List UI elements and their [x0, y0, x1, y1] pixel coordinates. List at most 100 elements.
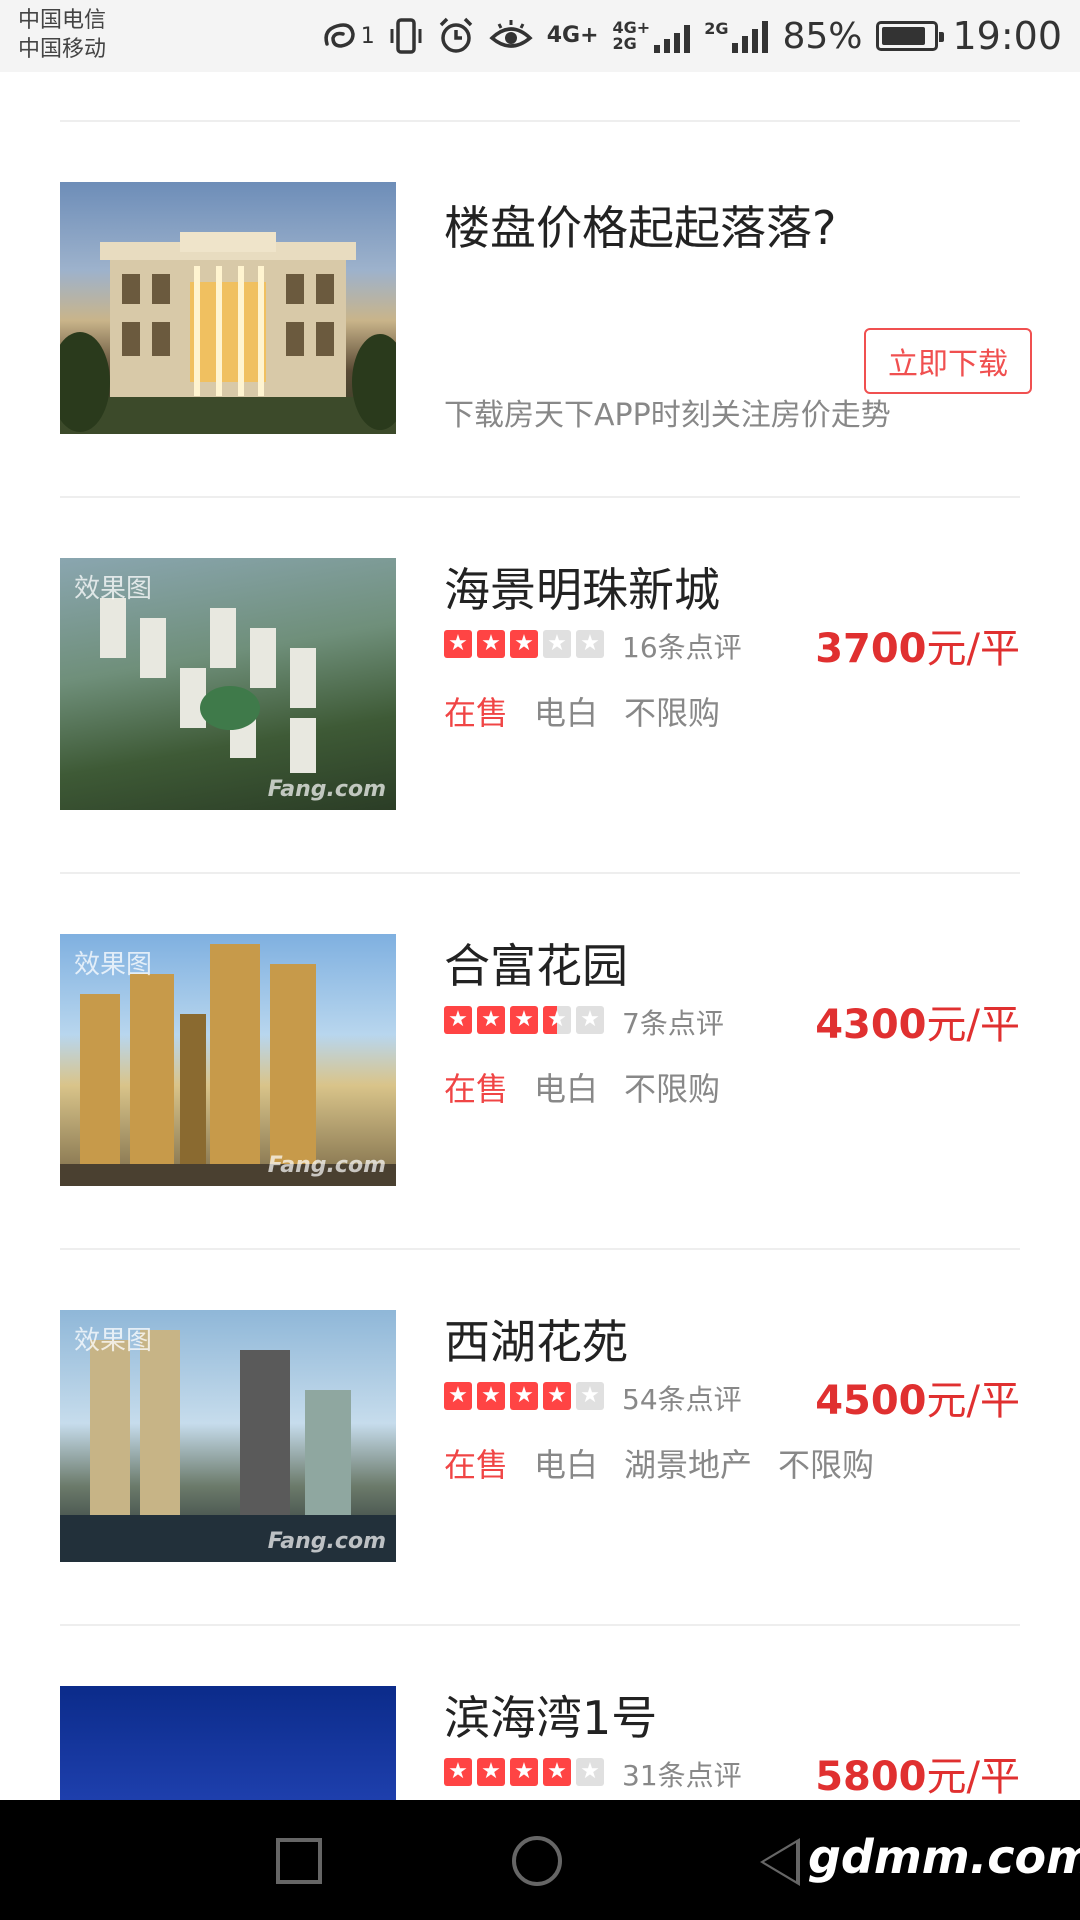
listing-card[interactable]: 滨海湾1号 ★ ★ ★ ★ ★ 31条点评 5800元/平 [0, 1626, 1080, 1800]
listing-feed[interactable]: 楼盘价格起起落落? 立即下载 下载房天下APP时刻关注房价走势 效果图 Fang.… [0, 72, 1080, 1800]
listing-tags: 在售 电白 不限购 [444, 1064, 720, 1110]
listing-image[interactable]: 效果图 Fang.com [60, 558, 396, 810]
recent-apps-button[interactable] [276, 1838, 322, 1884]
alarm-icon [437, 16, 475, 56]
carrier-2: 中国移动 [18, 37, 107, 62]
star-icon: ★ [576, 1758, 604, 1786]
star-icon: ★ [510, 630, 538, 658]
star-icon: ★ [444, 1758, 472, 1786]
star-icon: ★ [543, 1006, 571, 1034]
signal-sim2-icon: 2G [704, 16, 769, 56]
image-tag: 效果图 [74, 950, 153, 980]
listing-price: 4300元/平 [815, 992, 1020, 1050]
review-count: 54条点评 [622, 1383, 742, 1416]
listing-tag: 电白 [534, 1070, 599, 1108]
signal-bars-2 [732, 19, 769, 53]
review-count: 7条点评 [622, 1007, 724, 1040]
listing-tags: 在售 电白 不限购 [444, 688, 720, 734]
signal-bars-1 [654, 19, 691, 53]
ad-card[interactable]: 楼盘价格起起落落? 立即下载 下载房天下APP时刻关注房价走势 [0, 122, 1080, 496]
star-icon: ★ [444, 630, 472, 658]
signal-sim1-icon: 4G+ 2G [613, 16, 691, 56]
star-icon: ★ [444, 1382, 472, 1410]
listing-image[interactable] [60, 1686, 396, 1800]
star-icon: ★ [477, 1758, 505, 1786]
listing-name: 合富花园 [444, 939, 628, 993]
network-2g-small-label: 2G [612, 34, 637, 53]
hd-call-icon: 1 [319, 16, 375, 56]
rating-stars: ★ ★ ★ ★ ★ [444, 1382, 604, 1410]
listing-price: 4500元/平 [815, 1368, 1020, 1426]
carrier-info: 中国电信 中国移动 [18, 6, 106, 64]
star-icon: ★ [576, 1006, 604, 1034]
network-2g-label: 2G [704, 19, 729, 38]
vibrate-icon [389, 16, 423, 56]
price-value: 4500 [815, 1378, 927, 1424]
site-watermark: gdmm.com [808, 1830, 1080, 1884]
price-unit: 元/平 [926, 1002, 1020, 1048]
listing-tag: 不限购 [624, 1070, 721, 1108]
price-value: 3700 [815, 626, 927, 672]
download-button[interactable]: 立即下载 [864, 328, 1032, 394]
listing-tags: 在售 电白 湖景地产 不限购 [444, 1440, 874, 1486]
rating-stars: ★ ★ ★ ★ ★ [444, 1758, 604, 1786]
listing-card[interactable]: 效果图 Fang.com 西湖花苑 ★ ★ ★ ★ ★ 54条点评 4500元/平在售 电白 湖景地产… [0, 1250, 1080, 1624]
navigation-bar: gdmm.com [0, 1800, 1080, 1920]
network-4g-label: 4G+ [546, 23, 599, 48]
star-icon: ★ [477, 1006, 505, 1034]
status-bar: 中国电信 中国移动 1 4G+ 4G+ 2G 2G 85% 19:00 [0, 0, 1080, 72]
listing-image-illustration [60, 1686, 396, 1800]
image-watermark: Fang.com [267, 1529, 386, 1554]
star-icon: ★ [543, 1382, 571, 1410]
listing-image[interactable]: 效果图 Fang.com [60, 934, 396, 1186]
battery-icon [876, 21, 945, 51]
rating-stars: ★ ★ ★ ★ ★ [444, 1006, 604, 1034]
status-icons: 1 4G+ 4G+ 2G 2G 85% 19:00 [319, 0, 1062, 72]
star-icon: ★ [576, 1382, 604, 1410]
ad-image[interactable] [60, 182, 396, 434]
listing-name: 海景明珠新城 [444, 563, 720, 617]
star-icon: ★ [510, 1758, 538, 1786]
star-icon: ★ [444, 1006, 472, 1034]
sale-status-tag: 在售 [444, 1070, 509, 1108]
listing-image[interactable]: 效果图 Fang.com [60, 1310, 396, 1562]
sale-status-tag: 在售 [444, 1446, 509, 1484]
star-icon: ★ [543, 1758, 571, 1786]
price-unit: 元/平 [926, 1378, 1020, 1424]
star-icon: ★ [510, 1006, 538, 1034]
image-watermark: Fang.com [267, 1153, 386, 1178]
listing-tag: 电白 [534, 694, 599, 732]
listing-price: 5800元/平 [815, 1744, 1020, 1800]
home-button[interactable] [512, 1836, 562, 1886]
price-unit: 元/平 [926, 1754, 1020, 1800]
star-icon: ★ [543, 630, 571, 658]
listing-name: 西湖花苑 [444, 1315, 628, 1369]
listing-card[interactable]: 效果图 Fang.com 合富花园 ★ ★ ★ ★ ★ 7条点评 4300元/平 在售 电白 不限购 [0, 874, 1080, 1248]
ad-description: 下载房天下APP时刻关注房价走势 [444, 398, 891, 433]
listing-tag: 电白 [534, 1446, 599, 1484]
listing-card[interactable]: 效果图 Fang.com 海景明珠新城 ★ ★ ★ ★ ★ 16条点评 3700元/平在售 电白 不限… [0, 498, 1080, 872]
image-tag: 效果图 [74, 1326, 153, 1356]
listing-tag: 不限购 [624, 694, 721, 732]
star-icon: ★ [477, 630, 505, 658]
rating-stars: ★ ★ ★ ★ ★ [444, 630, 604, 658]
price-value: 5800 [815, 1754, 927, 1800]
star-icon: ★ [510, 1382, 538, 1410]
listing-name: 滨海湾1号 [444, 1691, 658, 1745]
ad-title: 楼盘价格起起落落? [444, 201, 837, 255]
review-count: 16条点评 [622, 631, 742, 664]
price-unit: 元/平 [926, 626, 1020, 672]
sim-indicator: 1 [360, 23, 375, 49]
clock: 19:00 [952, 14, 1062, 58]
listing-tag: 湖景地产 [624, 1446, 753, 1484]
network-4g-icon: 4G+ [547, 16, 599, 56]
listing-tag: 不限购 [778, 1446, 875, 1484]
carrier-1: 中国电信 [18, 8, 107, 33]
eye-comfort-icon [489, 16, 533, 56]
price-value: 4300 [815, 1002, 927, 1048]
listing-price: 3700元/平 [815, 616, 1020, 674]
back-button[interactable] [760, 1838, 800, 1886]
image-watermark: Fang.com [267, 777, 386, 802]
sale-status-tag: 在售 [444, 694, 509, 732]
review-count: 31条点评 [622, 1759, 742, 1792]
